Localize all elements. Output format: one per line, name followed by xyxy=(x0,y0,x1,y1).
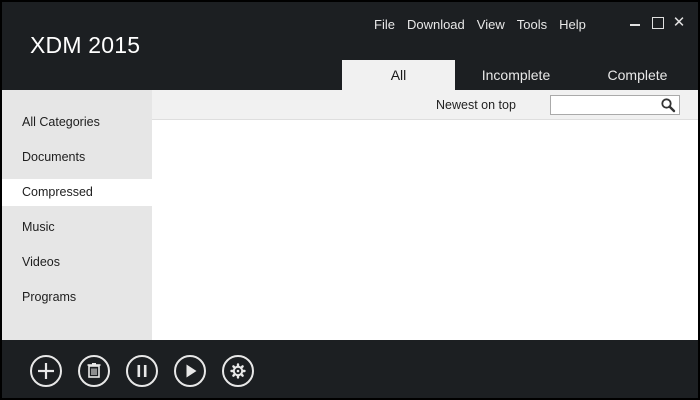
tab-incomplete[interactable]: Incomplete xyxy=(455,60,577,90)
sidebar-item-documents[interactable]: Documents xyxy=(2,144,152,171)
menu-download[interactable]: Download xyxy=(401,16,471,34)
list-toolbar: Newest on top xyxy=(152,90,698,120)
resume-icon xyxy=(186,364,197,378)
tab-bar: All Incomplete Complete xyxy=(342,60,698,90)
menu-bar: File Download View Tools Help xyxy=(368,16,592,34)
tab-complete[interactable]: Complete xyxy=(577,60,698,90)
menu-file[interactable]: File xyxy=(368,16,401,34)
pause-icon xyxy=(137,365,147,377)
main-panel: Newest on top xyxy=(152,90,698,340)
search-box xyxy=(550,95,680,115)
app-title: XDM 2015 xyxy=(30,32,141,58)
app-window: XDM 2015 File Download View Tools Help ✕… xyxy=(0,0,700,400)
minimize-icon[interactable] xyxy=(626,14,644,32)
header: XDM 2015 File Download View Tools Help ✕… xyxy=(2,2,698,90)
add-icon xyxy=(38,363,54,379)
delete-icon xyxy=(87,363,101,378)
menu-help[interactable]: Help xyxy=(553,16,592,34)
sidebar-item-music[interactable]: Music xyxy=(2,214,152,241)
tab-all[interactable]: All xyxy=(342,60,455,90)
pause-button[interactable] xyxy=(126,355,158,387)
menu-view[interactable]: View xyxy=(471,16,511,34)
delete-button[interactable] xyxy=(78,355,110,387)
window-controls: ✕ xyxy=(622,14,692,34)
maximize-icon[interactable] xyxy=(648,14,666,32)
settings-icon xyxy=(230,363,246,379)
sidebar-item-all-categories[interactable]: All Categories xyxy=(2,109,152,136)
close-icon[interactable]: ✕ xyxy=(670,14,688,32)
resume-button[interactable] xyxy=(174,355,206,387)
category-sidebar: All Categories Documents Compressed Musi… xyxy=(2,90,152,340)
sidebar-item-videos[interactable]: Videos xyxy=(2,249,152,276)
sidebar-item-programs[interactable]: Programs xyxy=(2,284,152,311)
menu-tools[interactable]: Tools xyxy=(511,16,553,34)
settings-button[interactable] xyxy=(222,355,254,387)
sort-order-button[interactable]: Newest on top xyxy=(422,90,530,120)
add-download-button[interactable] xyxy=(30,355,62,387)
search-icon[interactable] xyxy=(660,97,676,113)
search-input[interactable] xyxy=(553,97,657,113)
download-list[interactable] xyxy=(152,121,698,340)
action-bar xyxy=(2,340,698,398)
sidebar-item-compressed[interactable]: Compressed xyxy=(2,179,152,206)
